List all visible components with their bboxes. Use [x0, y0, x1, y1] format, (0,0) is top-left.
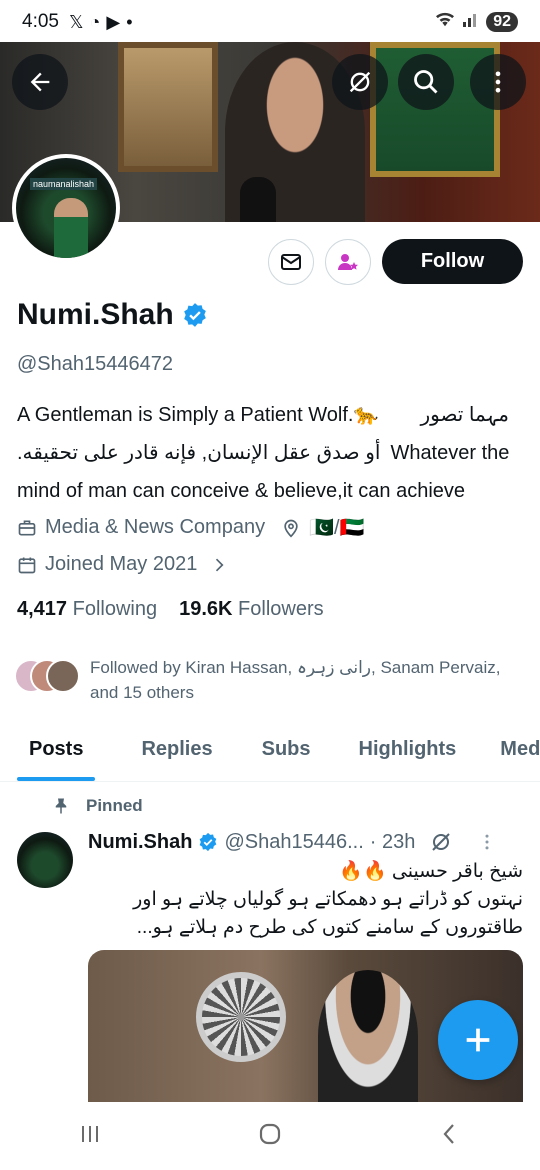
following-link[interactable]: 4,417 Following — [17, 598, 157, 621]
tab-media[interactable]: Media — [468, 720, 540, 781]
following-count: 4,417 — [17, 598, 68, 620]
system-navigation-bar — [0, 1102, 540, 1170]
whatsapp-icon: ◔ — [89, 11, 101, 32]
profile-location: 🇵🇰/🇦🇪 — [309, 517, 365, 539]
grok-button[interactable] — [332, 54, 388, 110]
location-icon — [284, 519, 298, 538]
wifi-icon — [434, 10, 456, 34]
post-header: Numi.Shah @Shah15446... · 23h — [88, 830, 497, 854]
media-person — [318, 970, 418, 1102]
compose-post-button[interactable] — [438, 1000, 518, 1080]
profile-joined-row[interactable]: Joined May 2021 — [17, 553, 229, 576]
search-button[interactable] — [398, 54, 454, 110]
verified-badge-icon — [200, 832, 217, 852]
profile-bio: A Gentleman is Simply a Patient Wolf.🐆 م… — [17, 396, 517, 510]
signal-icon — [462, 10, 480, 34]
briefcase-icon — [18, 520, 36, 535]
more-options-button[interactable] — [470, 54, 526, 110]
post-author-name[interactable]: Numi.Shah — [88, 831, 192, 854]
plus-icon — [466, 1028, 490, 1052]
post-author-handle: @Shah15446... — [224, 830, 364, 853]
youtube-icon: ▶ — [106, 11, 121, 32]
follower-avatar — [46, 659, 80, 693]
profile-joined: Joined May 2021 — [45, 553, 198, 575]
home-icon — [259, 1123, 281, 1144]
status-time: 4:05 — [22, 11, 59, 32]
more-vertical-icon[interactable] — [477, 832, 497, 852]
media-fan — [196, 972, 286, 1062]
tab-replies[interactable]: Replies — [95, 720, 224, 781]
bio-line-1: A Gentleman is Simply a Patient Wolf.🐆 م… — [17, 396, 517, 434]
post-author-avatar[interactable] — [17, 832, 73, 888]
status-bar: 4:05 𝕏 ◔ ▶ • 92 — [0, 0, 540, 44]
followed-by-avatars — [14, 655, 82, 695]
grok-icon[interactable] — [429, 830, 453, 854]
profile-category: Media & News Company — [45, 516, 266, 538]
mail-icon — [281, 254, 301, 270]
profile-meta: Media & News Company 🇵🇰/🇦🇪 — [17, 515, 364, 540]
post-line-3: طاقتوروں کے سامنے کتوں کی طرح دم ہلاتے ہ… — [136, 917, 523, 938]
subscribe-icon — [338, 254, 358, 270]
profile-tabs: Posts Replies Subs Highlights Media — [0, 720, 540, 782]
bio-line-1-ur: مہما تصور — [420, 404, 509, 426]
tab-subs[interactable]: Subs — [225, 720, 323, 781]
battery-indicator: 92 — [486, 12, 518, 32]
followed-by-text: Followed by Kiran Hassan, رانی زہرہ, San… — [90, 658, 501, 702]
search-icon — [414, 70, 438, 94]
profile-handle: @Shah15446472 — [17, 353, 173, 375]
post-line-1: شیخ باقر حسینی 🔥🔥 — [339, 861, 523, 882]
more-vertical-icon — [495, 71, 501, 93]
pinned-label: Pinned — [86, 796, 143, 815]
banner-portrait-left — [118, 42, 218, 172]
dot-icon: • — [126, 11, 133, 32]
recent-apps-icon — [82, 1125, 98, 1142]
pin-icon — [55, 798, 67, 814]
notification-icons: 𝕏 ◔ ▶ • — [69, 12, 133, 33]
subscribe-button[interactable] — [325, 239, 371, 285]
back-button[interactable] — [12, 54, 68, 110]
following-label: Following — [72, 598, 158, 620]
tab-highlights[interactable]: Highlights — [323, 720, 469, 781]
bio-line-1-en: A Gentleman is Simply a Patient Wolf.🐆 — [17, 404, 379, 426]
message-button[interactable] — [268, 239, 314, 285]
chevron-left-icon — [443, 1123, 454, 1144]
post-line-2: نہتوں کو ڈراتے ہو دھمکاتے ہو گولیاں چلات… — [133, 889, 523, 910]
calendar-icon — [18, 557, 36, 573]
tab-posts[interactable]: Posts — [0, 720, 96, 781]
followers-label: Followers — [238, 598, 324, 620]
system-back-button[interactable] — [436, 1120, 464, 1153]
profile-avatar[interactable]: naumanalishah — [12, 154, 120, 262]
recent-apps-button[interactable] — [76, 1120, 104, 1153]
followed-by-row[interactable]: Followed by Kiran Hassan, رانی زہرہ, San… — [14, 655, 520, 705]
arrow-left-icon — [30, 72, 50, 92]
profile-name: Numi.Shah — [17, 298, 174, 331]
follow-counts: 4,417 Following 19.6K Followers — [17, 598, 324, 621]
chevron-right-icon — [216, 558, 224, 571]
followers-count: 19.6K — [179, 598, 233, 620]
bio-line-3: mind of man can conceive & believe,it ca… — [17, 480, 466, 502]
grok-icon — [349, 71, 371, 93]
post-text: شیخ باقر حسینی 🔥🔥 نہتوں کو ڈراتے ہو دھمک… — [88, 858, 523, 942]
verified-badge-icon[interactable] — [182, 302, 208, 328]
banner-microphone — [240, 177, 276, 222]
bio-line-2-ur: أو صدق عقل الإنسان, فإنه قادر على تحقيقه… — [17, 442, 381, 464]
home-button[interactable] — [256, 1120, 284, 1153]
followers-link[interactable]: 19.6K Followers — [179, 598, 324, 621]
follow-button[interactable]: Follow — [382, 239, 523, 284]
bio-line-2-en: Whatever the — [390, 442, 510, 464]
bio-line-2: أو صدق عقل الإنسان, فإنه قادر على تحقيقه… — [17, 434, 517, 472]
x-icon: 𝕏 — [68, 11, 84, 32]
profile-name-row: Numi.Shah — [17, 298, 208, 332]
pinned-indicator: Pinned — [52, 796, 143, 816]
avatar-figure — [54, 198, 88, 258]
post-time: · 23h — [369, 830, 416, 853]
avatar-tag: naumanalishah — [30, 178, 98, 190]
